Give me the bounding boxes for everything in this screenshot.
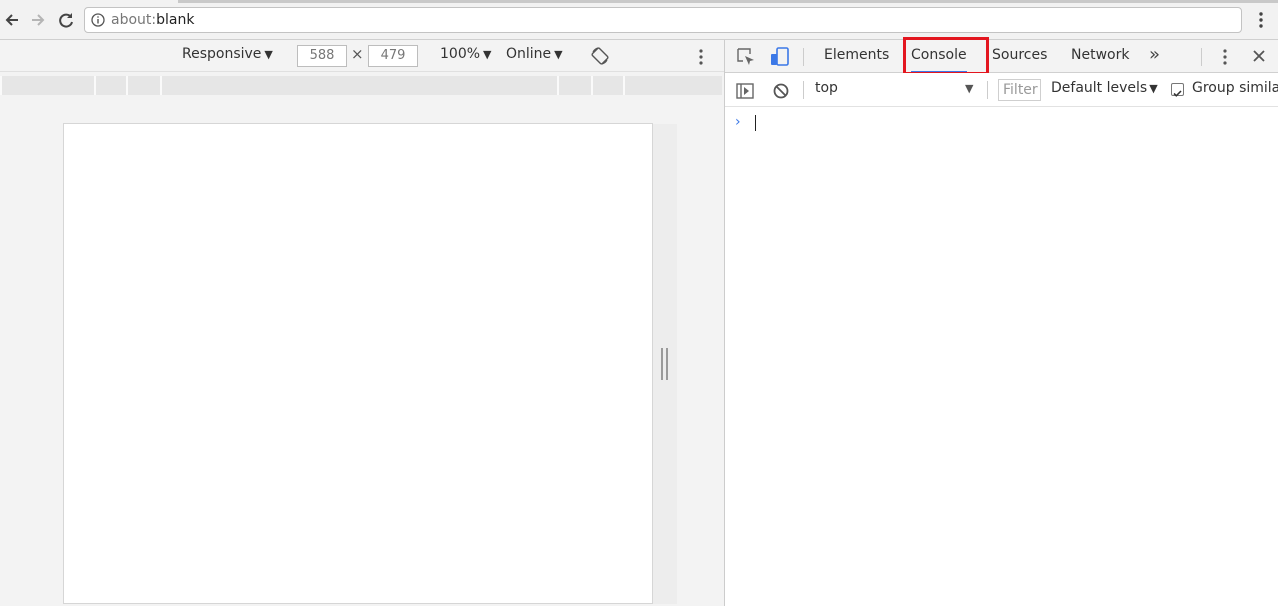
chevron-down-icon: ▼	[483, 48, 492, 61]
url-scheme: about:	[111, 12, 157, 28]
toolbar-divider	[987, 81, 988, 99]
browser-toolbar: about:blank	[0, 0, 1278, 40]
log-levels-label: Default levels	[1051, 80, 1148, 96]
zoom-label: 100%	[440, 46, 481, 62]
media-query-bar[interactable]	[0, 76, 722, 95]
console-input-caret[interactable]	[755, 115, 756, 131]
sidebar-toggle-icon[interactable]	[735, 81, 755, 101]
device-toggle-icon[interactable]	[769, 46, 791, 68]
console-output[interactable]: ›	[725, 107, 1278, 606]
rotate-icon[interactable]	[590, 46, 610, 66]
url-path: blank	[156, 12, 195, 28]
device-select[interactable]: Responsive ▼	[182, 46, 273, 62]
reload-button[interactable]	[55, 8, 77, 32]
throttling-label: Online	[506, 46, 552, 62]
media-query-segment[interactable]	[557, 76, 591, 95]
media-query-segment[interactable]	[160, 76, 557, 95]
chevron-down-icon: ▼	[1149, 82, 1158, 95]
height-input[interactable]: 479	[368, 45, 418, 67]
device-emulation-pane: Responsive ▼ 588 × 479 100% ▼ Online ▼	[0, 40, 724, 606]
back-arrow-icon	[5, 14, 18, 26]
tabstrip-edge	[178, 0, 1278, 3]
console-prompt-icon: ›	[735, 114, 741, 130]
toolbar-divider	[803, 81, 804, 99]
chevron-down-icon: ▼	[264, 48, 273, 61]
throttling-select[interactable]: Online ▼	[506, 46, 563, 62]
zoom-select[interactable]: 100% ▼	[440, 46, 492, 62]
log-levels-select[interactable]: Default levels ▼	[1051, 80, 1158, 96]
back-button[interactable]	[2, 8, 24, 32]
media-query-segment[interactable]	[591, 76, 623, 95]
device-label: Responsive	[182, 46, 262, 62]
dimension-separator: ×	[351, 45, 364, 63]
tab-sources[interactable]: Sources	[992, 40, 1047, 72]
group-similar-checkbox[interactable]	[1171, 83, 1184, 97]
console-toolbar: top ▼ Filter Default levels ▼ Group simil…	[725, 73, 1278, 107]
devtools-panel: Elements Console Sources Network » top ▼…	[724, 37, 1278, 606]
filter-input[interactable]: Filter	[998, 79, 1041, 101]
tab-elements[interactable]: Elements	[824, 40, 889, 72]
context-select[interactable]: top	[815, 80, 838, 96]
more-tabs-icon[interactable]: »	[1149, 44, 1160, 65]
clear-console-icon[interactable]	[771, 81, 791, 101]
vertical-dots-icon[interactable]	[694, 48, 708, 66]
console-tab-highlight	[903, 37, 989, 75]
emulated-viewport[interactable]	[63, 123, 653, 604]
chevron-down-icon: ▼	[554, 48, 563, 61]
media-query-segment[interactable]	[126, 76, 160, 95]
group-similar-label: Group similar	[1192, 80, 1278, 96]
media-query-segment[interactable]	[94, 76, 126, 95]
vertical-dots-icon[interactable]	[1254, 10, 1268, 30]
width-input[interactable]: 588	[297, 45, 347, 67]
url-text: about:blank	[111, 12, 194, 28]
tab-network[interactable]: Network	[1071, 40, 1129, 72]
toolbar-divider	[1201, 48, 1202, 66]
address-bar[interactable]: about:blank	[84, 7, 1242, 33]
checkmark-icon	[1173, 90, 1182, 97]
forward-arrow-icon	[32, 14, 45, 26]
chevron-down-icon[interactable]: ▼	[965, 82, 973, 95]
vertical-dots-icon[interactable]	[1219, 47, 1231, 67]
devtools-tabbar: Elements Console Sources Network »	[725, 37, 1278, 75]
resize-handle[interactable]	[661, 348, 668, 380]
media-query-segment[interactable]	[623, 76, 722, 95]
toolbar-divider	[803, 48, 804, 66]
info-icon[interactable]	[91, 13, 105, 27]
inspect-element-icon[interactable]	[735, 46, 757, 68]
device-toolbar: Responsive ▼ 588 × 479 100% ▼ Online ▼	[0, 40, 724, 72]
media-query-segment[interactable]	[0, 76, 94, 95]
forward-button[interactable]	[28, 8, 50, 32]
close-icon[interactable]	[1251, 48, 1267, 64]
reload-icon	[59, 13, 73, 28]
